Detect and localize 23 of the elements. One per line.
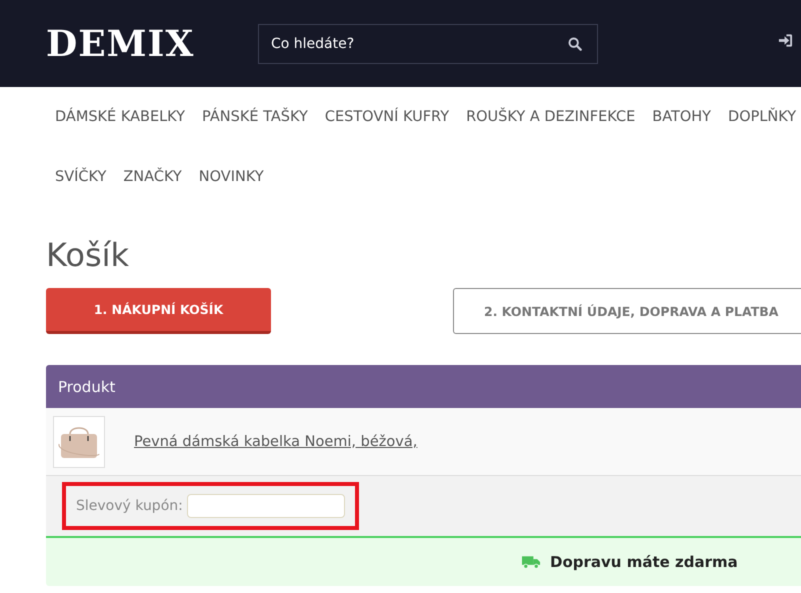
truck-icon — [522, 555, 541, 569]
nav-link[interactable]: ZNAČKY — [123, 166, 182, 226]
nav-link[interactable]: BATOHY — [652, 106, 712, 166]
nav-link[interactable]: ROUŠKY A DEZINFEKCE — [466, 106, 636, 166]
nav-link[interactable]: DOPLŇKY — [728, 106, 796, 166]
product-link[interactable]: Pevná dámská kabelka Noemi, béžová, — [134, 434, 418, 450]
nav-link[interactable]: NOVINKY — [198, 166, 264, 226]
shipping-note: Dopravu máte zdarma — [550, 553, 738, 571]
column-header: Produkt — [58, 378, 116, 396]
nav-link[interactable]: DÁMSKÉ KABELKY — [55, 106, 186, 166]
checkout-step-tab[interactable]: 1. NÁKUPNÍ KOŠÍK — [46, 288, 271, 334]
product-thumbnail[interactable] — [53, 416, 105, 468]
nav-link[interactable]: CESTOVNÍ KUFRY — [324, 106, 450, 166]
nav-link[interactable]: PÁNSKÉ TAŠKY — [202, 106, 308, 166]
search-field[interactable]: Co hledáte? — [258, 24, 598, 64]
checkout-step-tab[interactable]: 2. KONTAKTNÍ ÚDAJE, DOPRAVA A PLATBA — [453, 288, 801, 334]
logo[interactable]: DEMIX — [46, 22, 258, 64]
login-icon[interactable] — [778, 33, 793, 48]
page-title: Košík — [45, 235, 130, 276]
coupon-label: Slevový kupón: — [76, 498, 183, 514]
search-icon[interactable] — [568, 36, 582, 50]
nav-link[interactable]: SVÍČKY — [55, 166, 106, 226]
coupon-input[interactable] — [186, 494, 345, 518]
